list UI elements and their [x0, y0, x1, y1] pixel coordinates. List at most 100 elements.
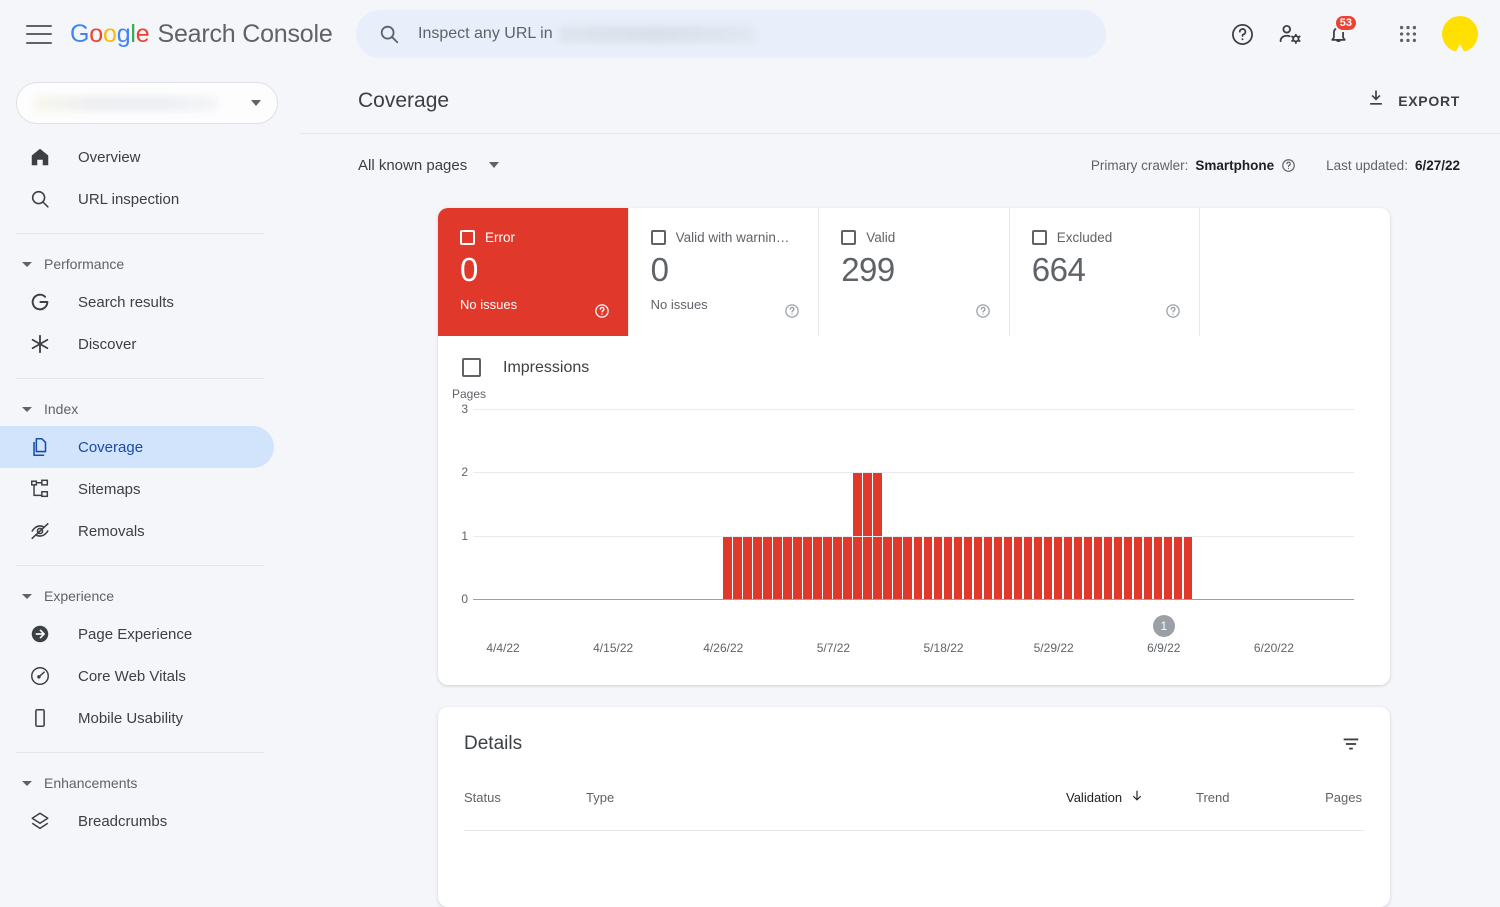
sidebar-item-label: Mobile Usability [78, 709, 184, 727]
impressions-checkbox[interactable] [462, 358, 481, 377]
sidebar-item-url-inspection[interactable]: URL inspection [0, 178, 274, 220]
sidebar-group-experience[interactable]: Experience [0, 579, 300, 613]
status-checkbox[interactable] [460, 230, 475, 245]
column-header-type[interactable]: Type [586, 790, 1066, 805]
status-card-name: Excluded [1056, 230, 1113, 245]
status-card-excluded[interactable]: Excluded 664 [1010, 208, 1201, 336]
status-card-empty [1200, 208, 1390, 336]
chart-bar[interactable] [943, 535, 953, 599]
url-inspection-search-bar[interactable]: Inspect any URL in [356, 10, 1106, 58]
status-card-error[interactable]: Error 0 No issues [438, 208, 629, 336]
chart-bar[interactable] [1003, 535, 1013, 599]
app-brand[interactable]: Google Search Console [70, 20, 333, 49]
column-header-validation[interactable]: Validation [1066, 789, 1196, 806]
chart-bar[interactable] [833, 535, 843, 599]
chart-bar[interactable] [1113, 535, 1123, 599]
chart-bar[interactable] [1083, 535, 1093, 599]
chart-bar[interactable] [1123, 535, 1133, 599]
chart-bar[interactable] [723, 535, 732, 599]
help-icon[interactable] [1218, 10, 1266, 58]
chart-bar[interactable] [1143, 535, 1153, 599]
chart-bar[interactable] [743, 535, 752, 599]
hamburger-menu-icon[interactable] [26, 24, 52, 44]
column-header-pages[interactable]: Pages [1316, 790, 1362, 805]
sidebar-item-removals[interactable]: Removals [0, 510, 274, 552]
chart-bar[interactable] [973, 535, 983, 599]
sidebar-item-sitemaps[interactable]: Sitemaps [0, 468, 274, 510]
chart-bar[interactable] [783, 535, 792, 599]
sidebar-item-discover[interactable]: Discover [0, 323, 274, 365]
filter-list-icon[interactable] [1340, 733, 1362, 755]
sidebar-item-page-experience[interactable]: Page Experience [0, 613, 274, 655]
chart-bar[interactable] [1133, 535, 1143, 599]
user-avatar[interactable] [1442, 16, 1478, 52]
account-settings-icon[interactable] [1266, 10, 1314, 58]
chart-bar[interactable] [883, 535, 893, 599]
chart-bar[interactable] [983, 535, 993, 599]
chart-bar[interactable] [933, 535, 943, 599]
export-button[interactable]: EXPORT [1366, 88, 1460, 113]
chart-bar[interactable] [1023, 535, 1033, 599]
chart-bar[interactable] [1153, 535, 1163, 599]
gridline [473, 409, 1354, 410]
chart-bar[interactable] [1043, 535, 1053, 599]
chart-bar[interactable] [753, 535, 762, 599]
sidebar-item-coverage[interactable]: Coverage [0, 426, 274, 468]
sidebar-item-overview[interactable]: Overview [0, 136, 274, 178]
chart-bar[interactable] [773, 535, 782, 599]
chart-bar[interactable] [963, 535, 973, 599]
column-header-status[interactable]: Status [464, 790, 586, 805]
chart-bar[interactable] [893, 535, 903, 599]
status-card-valid-with-warnin[interactable]: Valid with warnin… 0 No issues [629, 208, 820, 336]
chart-bar[interactable] [1163, 535, 1173, 599]
chart-bar[interactable] [1093, 535, 1103, 599]
chart-bar[interactable] [923, 535, 933, 599]
help-circle-icon[interactable] [784, 303, 800, 324]
chart-bar[interactable] [1073, 535, 1083, 599]
status-checkbox[interactable] [841, 230, 857, 245]
chart-bar[interactable] [763, 535, 772, 599]
chart-bar[interactable] [1183, 535, 1193, 599]
chart-bar[interactable] [823, 535, 832, 599]
chart-bar[interactable] [1063, 535, 1073, 599]
chart-bar[interactable] [913, 535, 923, 599]
sidebar-item-core-web-vitals[interactable]: Core Web Vitals [0, 655, 274, 697]
apps-grid-icon[interactable] [1384, 10, 1432, 58]
chart-bar[interactable] [1013, 535, 1023, 599]
chart-bar[interactable] [903, 535, 913, 599]
chart-bar[interactable] [1103, 535, 1113, 599]
property-selector[interactable] [16, 82, 278, 124]
notifications-bell-icon[interactable]: 53 [1314, 10, 1362, 58]
chart-bar[interactable] [733, 535, 742, 599]
status-checkbox[interactable] [650, 230, 666, 245]
column-header-trend[interactable]: Trend [1196, 790, 1316, 805]
chart-bar[interactable] [793, 535, 802, 599]
chart-bar[interactable] [1033, 535, 1043, 599]
sidebar-group-index[interactable]: Index [0, 392, 300, 426]
chart-bars [473, 391, 1354, 621]
x-axis-tick: 5/29/22 [1033, 641, 1074, 655]
chart-bar[interactable] [953, 535, 963, 599]
redacted-property-name [35, 95, 217, 111]
chart-bar[interactable] [803, 535, 812, 599]
impressions-toggle[interactable]: Impressions [438, 358, 1390, 377]
status-cards: Error 0 No issues Valid with warnin… 0 No iss… [438, 208, 1390, 336]
status-checkbox[interactable] [1031, 230, 1047, 245]
help-circle-icon[interactable] [594, 303, 610, 324]
help-circle-icon[interactable] [975, 303, 991, 324]
chart-bar[interactable] [843, 535, 853, 599]
chart-bar[interactable] [813, 535, 822, 599]
sidebar-item-mobile-usability[interactable]: Mobile Usability [0, 697, 274, 739]
sidebar-item-breadcrumbs[interactable]: Breadcrumbs [0, 800, 274, 842]
status-card-valid[interactable]: Valid 299 [819, 208, 1010, 336]
chart-bar[interactable] [1173, 535, 1183, 599]
page-filter-dropdown[interactable]: All known pages [358, 157, 500, 174]
help-circle-icon[interactable] [1281, 158, 1296, 173]
sidebar-group-performance[interactable]: Performance [0, 247, 300, 281]
sidebar-group-enhancements[interactable]: Enhancements [0, 766, 300, 800]
chart-annotation-marker[interactable]: 1 [1152, 615, 1175, 637]
chart-bar[interactable] [1053, 535, 1063, 599]
sidebar-item-search-results[interactable]: Search results [0, 281, 274, 323]
help-circle-icon[interactable] [1165, 303, 1181, 324]
chart-bar[interactable] [993, 535, 1003, 599]
